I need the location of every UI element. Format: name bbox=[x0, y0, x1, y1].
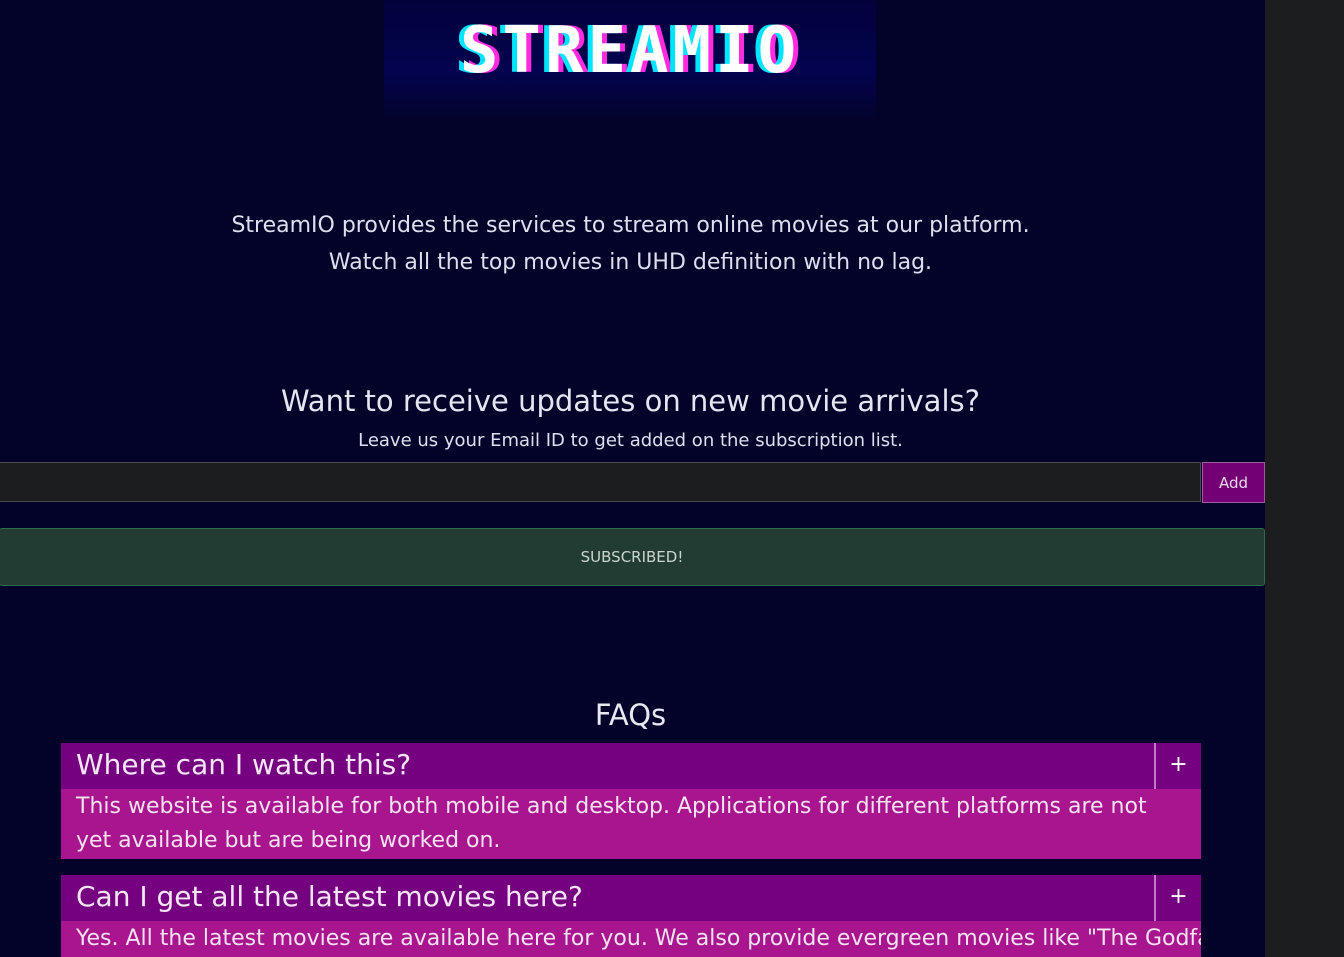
add-button[interactable]: Add bbox=[1202, 462, 1265, 503]
faq-expand-button[interactable]: + bbox=[1154, 875, 1201, 921]
intro-line-2: Watch all the top movies in UHD definiti… bbox=[328, 250, 933, 275]
signup-heading: Want to receive updates on new movie arr… bbox=[280, 384, 981, 418]
scroll-gutter bbox=[1265, 0, 1344, 957]
email-input[interactable] bbox=[0, 462, 1201, 502]
faq-item: Can I get all the latest movies here? + … bbox=[61, 875, 1201, 957]
page: STREAMIO StreamIO provides the services … bbox=[0, 0, 1265, 957]
faq-item: Where can I watch this? + This website i… bbox=[61, 743, 1201, 859]
faq-question-bar[interactable]: Where can I watch this? + bbox=[61, 743, 1201, 789]
faq-expand-button[interactable]: + bbox=[1154, 743, 1201, 789]
subscribed-status-banner: SUBSCRIBED! bbox=[0, 528, 1265, 586]
faq-answer: Yes. All the latest movies are available… bbox=[61, 921, 1201, 957]
faq-heading: FAQs bbox=[594, 698, 667, 732]
signup-subtext: Leave us your Email ID to get added on t… bbox=[358, 430, 903, 451]
faq-question-bar[interactable]: Can I get all the latest movies here? + bbox=[61, 875, 1201, 921]
faq-answer: This website is available for both mobil… bbox=[61, 789, 1201, 859]
logo-banner: STREAMIO bbox=[384, 0, 876, 118]
faq-question: Where can I watch this? bbox=[76, 748, 412, 781]
intro-line-1: StreamIO provides the services to stream… bbox=[231, 213, 1030, 238]
logo: STREAMIO bbox=[459, 14, 801, 88]
faq-question: Can I get all the latest movies here? bbox=[76, 880, 583, 913]
